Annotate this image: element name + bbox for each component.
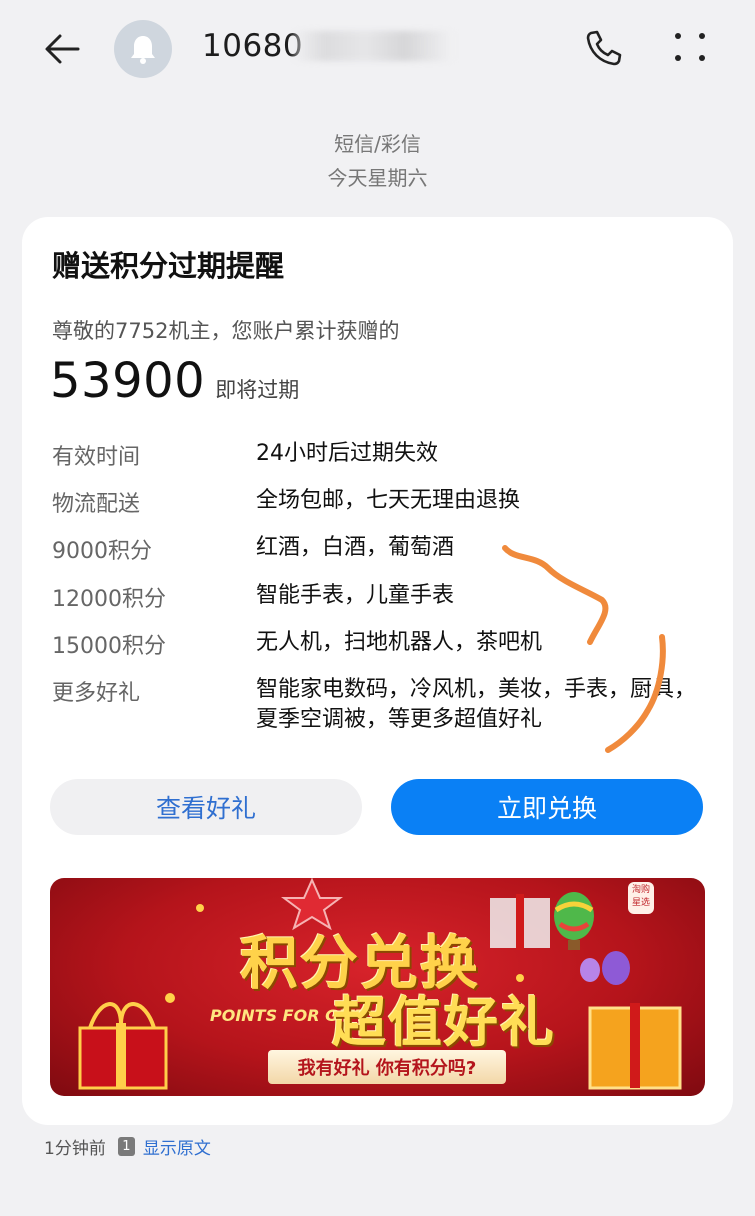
row-value: 红酒，白酒，葡萄酒 [256,535,455,560]
back-button[interactable] [38,24,88,74]
points-value: 53900 [50,353,206,409]
back-arrow-icon [45,34,80,64]
top-bar: 10680 [0,0,755,100]
banner-subtitle: 超值好礼 [332,991,556,1054]
row-value: 智能家电数码，冷风机，美妆，手表，厨具，夏季空调被，等更多超值好礼 [256,677,697,732]
redacted-blur [293,31,454,61]
banner-ribbon: 我有好礼 你有积分吗? [268,1050,506,1084]
sender-number-text: 10680 [202,28,304,64]
row-label: 15000积分 [52,634,166,659]
banner-brand-tag: 淘购星选 [628,882,654,914]
more-button[interactable] [668,26,712,70]
redeem-now-button[interactable]: 立即兑换 [391,779,703,835]
message-type-label: 短信/彩信 [334,132,421,156]
row-value: 无人机，扫地机器人，茶吧机 [256,630,543,655]
view-gifts-button[interactable]: 查看好礼 [50,779,362,835]
promo-banner[interactable]: 积分兑换 POINTS FOR GIFT 超值好礼 我有好礼 你有积分吗? 淘购… [50,878,705,1096]
row-label: 更多好礼 [52,681,141,706]
date-label: 今天星期六 [327,166,428,190]
phone-icon [586,30,622,66]
row-label: 9000积分 [52,539,152,564]
avatar[interactable] [114,20,172,78]
more-icon [675,33,705,61]
message-footer: 1分钟前 1 显示原文 [44,1134,211,1159]
row-label: 物流配送 [52,492,141,517]
bell-icon [131,36,155,64]
row-label: 有效时间 [52,445,141,470]
message-card[interactable]: 赠送积分过期提醒 尊敬的7752机主，您账户累计获赠的 53900 即将过期 有… [22,217,733,1125]
call-button[interactable] [582,26,626,70]
points-suffix: 即将过期 [215,378,300,402]
sender-number: 10680 [202,28,454,64]
show-original-link[interactable]: 显示原文 [143,1134,211,1159]
card-title: 赠送积分过期提醒 [52,249,285,283]
row-value: 智能手表，儿童手表 [256,583,455,608]
row-label: 12000积分 [52,587,166,612]
points-row: 53900 即将过期 [50,353,299,409]
sent-time: 1分钟前 [44,1139,106,1159]
sim-badge: 1 [117,1137,135,1156]
greeting-text: 尊敬的7752机主，您账户累计获赠的 [52,319,400,343]
row-value: 24小时后过期失效 [256,441,438,466]
row-value: 全场包邮，七天无理由退换 [256,488,521,513]
